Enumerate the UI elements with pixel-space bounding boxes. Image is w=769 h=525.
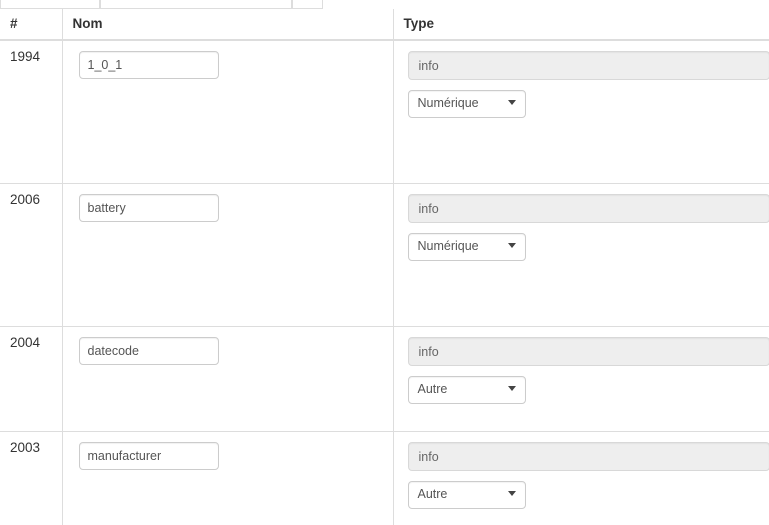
- row-nom-cell: [62, 326, 394, 432]
- row-id-cell: 2004: [0, 326, 63, 432]
- chevron-down-icon: [507, 491, 516, 496]
- row-nom-cell: [62, 431, 394, 525]
- type-select-value: Autre: [417, 487, 448, 501]
- row-nom-cell: [62, 183, 394, 327]
- type-select[interactable]: Autre: [407, 376, 526, 404]
- nom-input[interactable]: [78, 337, 219, 365]
- nom-input[interactable]: [78, 194, 219, 222]
- column-header-type: Type: [393, 9, 769, 41]
- info-input: [407, 337, 769, 366]
- cutoff-element-3: [292, 0, 323, 9]
- table-row: 1994 Numérique: [0, 39, 769, 184]
- row-spacer: [73, 79, 385, 175]
- table-row: 2003 Autre: [0, 431, 769, 525]
- row-type-cell: Numérique: [393, 183, 769, 327]
- table-header: # Nom Type: [0, 9, 769, 41]
- cutoff-element-1: [0, 0, 100, 9]
- row-spacer: [73, 470, 385, 525]
- cutoff-elements-strip: [0, 0, 769, 9]
- info-input: [407, 442, 769, 471]
- row-nom-cell: [62, 39, 394, 184]
- info-input: [407, 194, 769, 223]
- column-header-nom: Nom: [62, 9, 394, 41]
- row-spacer: [73, 365, 385, 423]
- info-input: [407, 51, 769, 80]
- fields-editor-table: # Nom Type 1994Numérique2006Numérique200…: [0, 9, 769, 525]
- table-body: 1994 Numérique 2006 Numérique 2004 Autre 2003 A…: [0, 39, 769, 525]
- table-header-row: # Nom Type: [0, 9, 769, 41]
- column-header-id: #: [0, 9, 63, 41]
- cutoff-element-2: [100, 0, 292, 9]
- table-row: 2004 Autre: [0, 326, 769, 432]
- table-row: 2006 Numérique: [0, 183, 769, 327]
- row-type-cell: Autre: [393, 326, 769, 432]
- chevron-down-icon: [507, 386, 516, 391]
- nom-input[interactable]: [78, 51, 219, 79]
- row-type-cell: Autre: [393, 431, 769, 525]
- row-id-cell: 1994: [0, 39, 63, 184]
- chevron-down-icon: [507, 243, 516, 248]
- row-id-cell: 2003: [0, 431, 63, 525]
- type-select-value: Numérique: [417, 239, 479, 253]
- row-spacer: [73, 222, 385, 318]
- type-select-value: Autre: [417, 382, 448, 396]
- type-select-value: Numérique: [417, 96, 479, 110]
- chevron-down-icon: [507, 100, 516, 105]
- row-id-cell: 2006: [0, 183, 63, 327]
- type-select[interactable]: Autre: [407, 481, 526, 509]
- type-select[interactable]: Numérique: [407, 90, 526, 118]
- row-type-cell: Numérique: [393, 39, 769, 184]
- nom-input[interactable]: [78, 442, 219, 470]
- type-select[interactable]: Numérique: [407, 233, 526, 261]
